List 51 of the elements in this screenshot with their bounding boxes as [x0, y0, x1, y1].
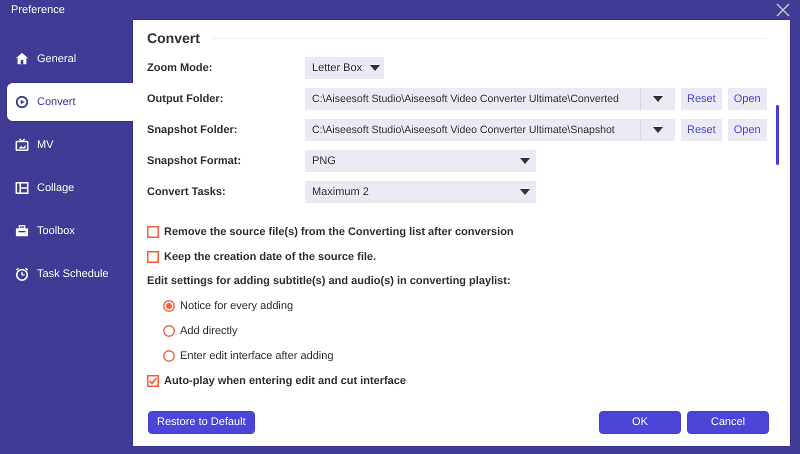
caret-icon: [653, 96, 663, 102]
checkbox-label: Auto-play when entering edit and cut interface: [164, 374, 406, 386]
sidebar-item[interactable]: Collage: [7, 169, 133, 207]
setting-label: Convert Tasks:: [147, 186, 227, 198]
sidebar-item[interactable]: Task Schedule: [7, 255, 133, 293]
scrollbar[interactable]: [776, 105, 779, 165]
sidebar-item[interactable]: MV: [7, 126, 133, 164]
radio-button[interactable]: [163, 324, 175, 336]
ok-button[interactable]: OK: [599, 410, 681, 434]
caret-icon: [370, 64, 380, 70]
checkbox[interactable]: [147, 374, 159, 386]
caret-icon: [653, 126, 663, 132]
setting-label: Zoom Mode:: [147, 62, 214, 74]
layout-icon: [15, 181, 29, 195]
cancel-button[interactable]: Cancel: [687, 410, 769, 434]
dropdown[interactable]: Letter Box: [305, 56, 384, 78]
setting-label: Output Folder:: [147, 92, 224, 104]
play-circle-icon: [15, 95, 29, 109]
caret-icon: [520, 188, 530, 194]
checkbox[interactable]: [147, 226, 159, 238]
radio-label: Add directly: [180, 324, 238, 336]
dropdown[interactable]: Maximum 2: [305, 180, 536, 202]
folder-button[interactable]: Reset: [681, 88, 722, 110]
setting-label: Snapshot Format:: [147, 154, 242, 166]
alarm-clock-icon: [15, 267, 29, 281]
close-icon[interactable]: [776, 3, 790, 17]
toolbox-icon: [15, 224, 29, 238]
restore-default-button[interactable]: Restore to Default: [148, 410, 255, 434]
radio-label: Enter edit interface after adding: [180, 350, 334, 362]
sidebar-item[interactable]: Convert: [7, 83, 133, 121]
sidebar-item[interactable]: Toolbox: [7, 212, 133, 250]
path-dropdown[interactable]: C:\Aiseesoft Studio\Aiseesoft Video Converter Ultimate\Converted: [305, 88, 675, 110]
sidebar-item[interactable]: General: [7, 40, 133, 78]
dropdown[interactable]: PNG: [305, 150, 536, 172]
home-icon: [15, 52, 29, 66]
folder-button[interactable]: Open: [728, 88, 767, 110]
tv-icon: [15, 138, 29, 152]
checkbox-label: Remove the source file(s) from the Converting list after conversion: [164, 226, 514, 238]
path-dropdown[interactable]: C:\Aiseesoft Studio\Aiseesoft Video Converter Ultimate\Snapshot: [305, 118, 675, 140]
folder-button[interactable]: Reset: [681, 118, 722, 140]
radio-label: Notice for every adding: [180, 300, 294, 312]
folder-button[interactable]: Open: [728, 118, 767, 140]
checkbox[interactable]: [147, 250, 159, 262]
radio-button[interactable]: [163, 300, 175, 312]
checkbox-label: Keep the creation date of the source file.: [164, 250, 376, 262]
window-title: Preference: [11, 4, 65, 16]
caret-icon: [520, 158, 530, 164]
setting-label: Snapshot Folder:: [147, 124, 238, 136]
group-heading: Edit settings for adding subtitle(s) and audio(s) in converting playlist:: [147, 275, 511, 287]
radio-button[interactable]: [163, 350, 175, 362]
section-title: Convert: [147, 30, 200, 46]
